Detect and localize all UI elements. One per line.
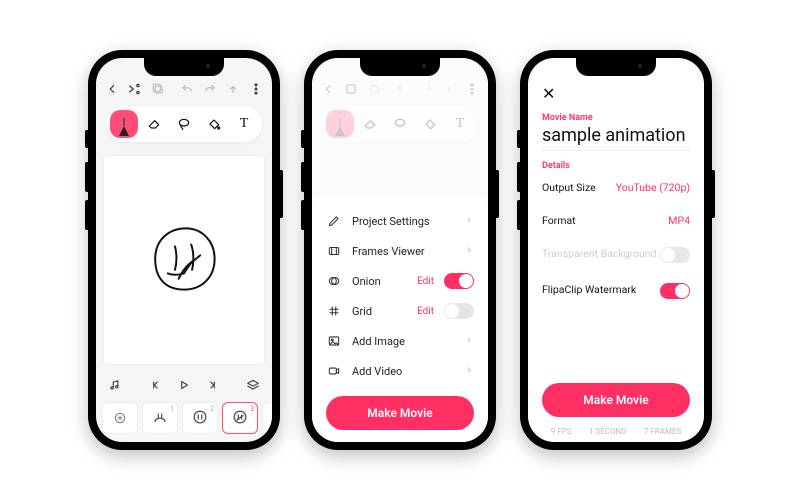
frame-thumb[interactable]: 2 xyxy=(182,402,218,434)
edit-link[interactable]: Edit xyxy=(417,276,434,287)
next-frame-icon[interactable] xyxy=(203,376,221,394)
row-value: MP4 xyxy=(668,214,690,227)
toggle-watermark[interactable] xyxy=(660,283,690,299)
row-value: YouTube (720p) xyxy=(616,181,690,194)
movie-name-label: Movie Name xyxy=(542,113,690,123)
row-label: Output Size xyxy=(542,181,596,194)
row-add-video[interactable]: Add Video xyxy=(312,356,488,386)
frames-icon xyxy=(326,243,342,259)
row-output-size[interactable]: Output Size YouTube (720p) xyxy=(542,171,690,204)
chevron-right-icon xyxy=(464,365,474,378)
toggle-transparent xyxy=(660,247,690,263)
frames-strip[interactable]: 1 2 3 4 xyxy=(96,398,272,442)
more-icon[interactable] xyxy=(247,80,264,98)
export-stats: 9 FPS 1 SECOND 7 FRAMES xyxy=(542,427,690,436)
toggle-grid[interactable] xyxy=(444,303,474,319)
video-icon xyxy=(326,363,342,379)
playback-bar xyxy=(96,372,272,398)
close-icon[interactable]: ✕ xyxy=(542,84,690,103)
copy-icon[interactable] xyxy=(150,80,167,98)
pencil-icon xyxy=(326,213,342,229)
frame-thumb-selected[interactable]: 3 xyxy=(222,402,258,434)
image-icon xyxy=(326,333,342,349)
chevron-right-icon xyxy=(464,215,474,228)
tool-bucket[interactable] xyxy=(200,110,228,138)
onion-icon xyxy=(326,273,342,289)
redo-icon[interactable] xyxy=(201,80,218,98)
frame-thumb[interactable]: 1 xyxy=(142,402,178,434)
make-movie-button[interactable]: Make Movie xyxy=(326,396,474,430)
row-watermark[interactable]: FlipaClip Watermark xyxy=(542,273,690,309)
toggle-onion[interactable] xyxy=(444,273,474,289)
tool-eraser[interactable] xyxy=(140,110,168,138)
row-transparent-bg: Transparent Background xyxy=(542,237,690,273)
row-format[interactable]: Format MP4 xyxy=(542,204,690,237)
prev-frame-icon[interactable] xyxy=(147,376,165,394)
layers-icon[interactable] xyxy=(244,376,262,394)
edit-link[interactable]: Edit xyxy=(417,306,434,317)
row-label: Transparent Background xyxy=(542,247,656,263)
tool-pen[interactable] xyxy=(110,110,138,138)
chevron-right-icon xyxy=(464,335,474,348)
scissors-icon[interactable] xyxy=(127,80,144,98)
drawing-canvas[interactable] xyxy=(104,156,264,364)
movie-name-field[interactable]: sample animation xyxy=(542,125,690,151)
back-icon[interactable] xyxy=(104,80,121,98)
bottom-sheet: Project Settings Frames Viewer Onion Edi… xyxy=(312,196,488,442)
frame-thumb-empty[interactable]: 4 xyxy=(262,402,272,434)
phone-project-sheet: T Project Settings Frames Viewer Onion E… xyxy=(304,50,496,450)
tool-text[interactable]: T xyxy=(230,110,258,138)
chevron-right-icon xyxy=(464,245,474,258)
audio-icon[interactable] xyxy=(106,376,124,394)
details-label: Details xyxy=(542,161,690,171)
play-icon[interactable] xyxy=(175,376,193,394)
row-label: FlipaClip Watermark xyxy=(542,283,636,299)
row-grid[interactable]: Grid Edit xyxy=(312,296,488,326)
row-label: Format xyxy=(542,214,576,227)
phone-make-movie: ✕ Movie Name sample animation Details Ou… xyxy=(520,50,712,450)
share-icon[interactable] xyxy=(224,80,241,98)
make-movie-button[interactable]: Make Movie xyxy=(542,383,690,417)
top-toolbar xyxy=(96,78,272,100)
drawing-tool-pill: T xyxy=(106,106,262,142)
frame-add[interactable] xyxy=(102,402,138,434)
row-frames-viewer[interactable]: Frames Viewer xyxy=(312,236,488,266)
row-project-settings[interactable]: Project Settings xyxy=(312,206,488,236)
phone-canvas-editor: T 1 2 xyxy=(88,50,280,450)
row-onion[interactable]: Onion Edit xyxy=(312,266,488,296)
grid-icon xyxy=(326,303,342,319)
row-add-image[interactable]: Add Image xyxy=(312,326,488,356)
undo-icon[interactable] xyxy=(179,80,196,98)
tool-lasso[interactable] xyxy=(170,110,198,138)
sketch-drawing xyxy=(139,214,229,307)
